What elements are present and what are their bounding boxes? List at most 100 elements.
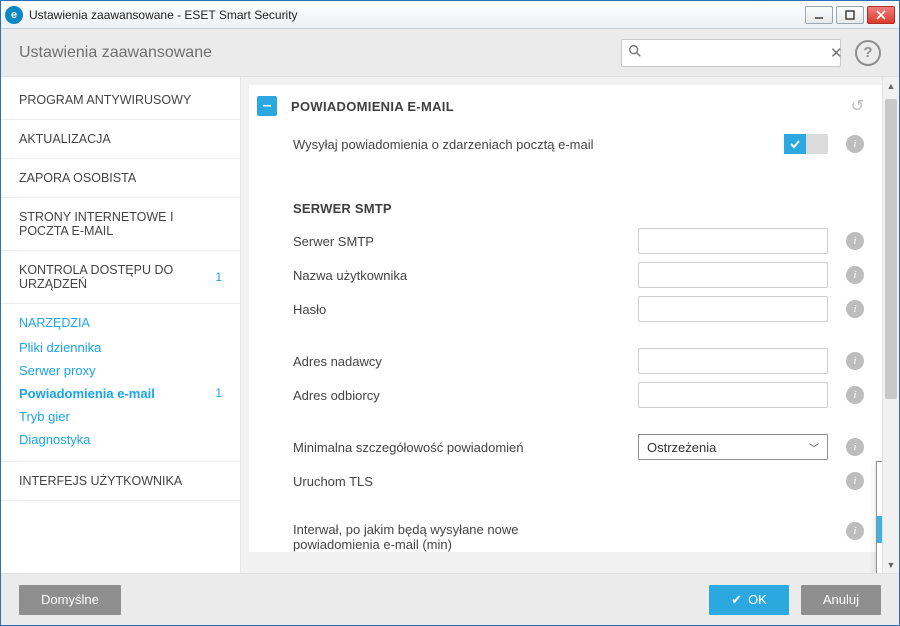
search-input[interactable] [648, 45, 824, 60]
sidebar-item-label: Tryb gier [19, 409, 70, 424]
row-label: Minimalna szczegółowość powiadomień [293, 440, 638, 455]
button-label: Domyślne [41, 592, 99, 607]
dropdown-option[interactable]: Krytyczne [877, 570, 882, 573]
sidebar-item-label: KONTROLA DOSTĘPU DO URZĄDZEŃ [19, 263, 215, 291]
scroll-up-arrow[interactable]: ▲ [883, 77, 899, 94]
info-icon[interactable]: i [846, 386, 864, 404]
info-icon[interactable]: i [846, 300, 864, 318]
row-password: Hasło i [249, 292, 882, 326]
password-input[interactable] [638, 296, 828, 322]
sidebar-item-label: NARZĘDZIA [19, 316, 90, 330]
sidebar-sub-logs[interactable]: Pliki dziennika [1, 336, 240, 359]
button-label: Anuluj [823, 592, 859, 607]
sidebar: PROGRAM ANTYWIRUSOWY AKTUALIZACJA ZAPORA… [1, 77, 241, 573]
row-label: Interwał, po jakim będą wysyłane nowe po… [293, 522, 638, 552]
page-title: Ustawienia zaawansowane [19, 44, 621, 62]
scroll-thumb[interactable] [885, 99, 897, 399]
info-icon[interactable]: i [846, 135, 864, 153]
row-recipient: Adres odbiorcy i [249, 378, 882, 412]
send-email-toggle[interactable] [784, 134, 828, 154]
main-area: PROGRAM ANTYWIRUSOWY AKTUALIZACJA ZAPORA… [1, 77, 899, 573]
sidebar-item-tools[interactable]: NARZĘDZIA [1, 304, 240, 336]
dropdown-option[interactable]: Informacyjne [877, 489, 882, 516]
sidebar-item-label: Serwer proxy [19, 363, 96, 378]
sidebar-item-label: AKTUALIZACJA [19, 132, 111, 146]
info-icon[interactable]: i [846, 352, 864, 370]
sidebar-sub-game-mode[interactable]: Tryb gier [1, 405, 240, 428]
sidebar-item-label: INTERFEJS UŻYTKOWNIKA [19, 474, 182, 488]
default-button[interactable]: Domyślne [19, 585, 121, 615]
sidebar-sub-diagnostics[interactable]: Diagnostyka [1, 428, 240, 451]
select-value: Ostrzeżenia [647, 440, 716, 455]
info-icon[interactable]: i [846, 438, 864, 456]
row-tls: Uruchom TLS i [249, 464, 882, 498]
row-label: Wysyłaj powiadomienia o zdarzeniach pocz… [293, 137, 784, 152]
smtp-server-input[interactable] [638, 228, 828, 254]
sidebar-item-device-control[interactable]: KONTROLA DOSTĘPU DO URZĄDZEŃ 1 [1, 251, 240, 304]
sidebar-item-firewall[interactable]: ZAPORA OSOBISTA [1, 159, 240, 198]
row-sender: Adres nadawcy i [249, 344, 882, 378]
info-icon[interactable]: i [846, 232, 864, 250]
recipient-input[interactable] [638, 382, 828, 408]
collapse-toggle[interactable]: – [257, 96, 277, 116]
row-send-toggle: Wysyłaj powiadomienia o zdarzeniach pocz… [249, 127, 882, 161]
cancel-button[interactable]: Anuluj [801, 585, 881, 615]
sidebar-item-label: Diagnostyka [19, 432, 91, 447]
row-smtp-server: Serwer SMTP i [249, 224, 882, 258]
search-box[interactable]: ✕ [621, 39, 841, 67]
row-verbosity: Minimalna szczegółowość powiadomień Ostr… [249, 430, 882, 464]
close-button[interactable] [867, 6, 895, 24]
window-controls [805, 6, 895, 24]
dropdown-option-selected[interactable]: Ostrzeżenia [877, 516, 882, 543]
content-wrap: – POWIADOMIENIA E-MAIL ↺ Wysyłaj powiado… [241, 77, 899, 573]
settings-panel: – POWIADOMIENIA E-MAIL ↺ Wysyłaj powiado… [249, 85, 882, 552]
dropdown-option[interactable]: Błędy [877, 543, 882, 570]
sidebar-item-web-mail[interactable]: STRONY INTERNETOWE I POCZTA E-MAIL [1, 198, 240, 251]
row-label: Nazwa użytkownika [293, 268, 638, 283]
maximize-button[interactable] [836, 6, 864, 24]
content-panel: – POWIADOMIENIA E-MAIL ↺ Wysyłaj powiado… [241, 77, 882, 573]
verbosity-select[interactable]: Ostrzeżenia ﹀ [638, 434, 828, 460]
username-input[interactable] [638, 262, 828, 288]
app-icon: e [5, 6, 23, 24]
window-title: Ustawienia zaawansowane - ESET Smart Sec… [29, 8, 805, 22]
footer-bar: Domyślne ✔ OK Anuluj [1, 573, 899, 625]
row-interval: Interwał, po jakim będą wysyłane nowe po… [249, 516, 882, 552]
info-icon[interactable]: i [846, 472, 864, 490]
info-icon[interactable]: i [846, 266, 864, 284]
ok-button[interactable]: ✔ OK [709, 585, 789, 615]
sidebar-item-update[interactable]: AKTUALIZACJA [1, 120, 240, 159]
sender-input[interactable] [638, 348, 828, 374]
sidebar-item-ui[interactable]: INTERFEJS UŻYTKOWNIKA [1, 462, 240, 501]
titlebar: e Ustawienia zaawansowane - ESET Smart S… [1, 1, 899, 29]
sidebar-tools-sublist: Pliki dziennika Serwer proxy Powiadomien… [1, 336, 240, 462]
dropdown-option[interactable]: Diagnostyka [877, 462, 882, 489]
info-icon[interactable]: i [846, 522, 864, 540]
vertical-scrollbar[interactable]: ▲ ▼ [882, 77, 899, 573]
scroll-down-arrow[interactable]: ▼ [883, 556, 899, 573]
sidebar-item-label: Pliki dziennika [19, 340, 101, 355]
app-window: e Ustawienia zaawansowane - ESET Smart S… [0, 0, 900, 626]
sidebar-item-antivirus[interactable]: PROGRAM ANTYWIRUSOWY [1, 81, 240, 120]
help-button[interactable]: ? [855, 40, 881, 66]
sidebar-badge: 1 [215, 386, 222, 401]
row-label: Hasło [293, 302, 638, 317]
reset-icon[interactable]: ↺ [851, 96, 864, 116]
clear-icon[interactable]: ✕ [830, 44, 843, 62]
row-username: Nazwa użytkownika i [249, 258, 882, 292]
row-label: Adres nadawcy [293, 354, 638, 369]
sidebar-item-label: ZAPORA OSOBISTA [19, 171, 136, 185]
header-bar: Ustawienia zaawansowane ✕ ? [1, 29, 899, 77]
chevron-down-icon: ﹀ [809, 440, 819, 455]
verbosity-dropdown-open[interactable]: Diagnostyka Informacyjne Ostrzeżenia Błę… [876, 461, 882, 573]
section-title: POWIADOMIENIA E-MAIL [291, 99, 851, 114]
minimize-button[interactable] [805, 6, 833, 24]
sidebar-item-label: Powiadomienia e-mail [19, 386, 155, 401]
search-icon [628, 44, 642, 61]
sidebar-item-label: STRONY INTERNETOWE I POCZTA E-MAIL [19, 210, 222, 238]
smtp-heading: SERWER SMTP [249, 179, 882, 224]
sidebar-sub-email-notifications[interactable]: Powiadomienia e-mail 1 [1, 382, 240, 405]
row-label: Uruchom TLS [293, 474, 638, 489]
sidebar-sub-proxy[interactable]: Serwer proxy [1, 359, 240, 382]
sidebar-badge: 1 [215, 270, 222, 284]
